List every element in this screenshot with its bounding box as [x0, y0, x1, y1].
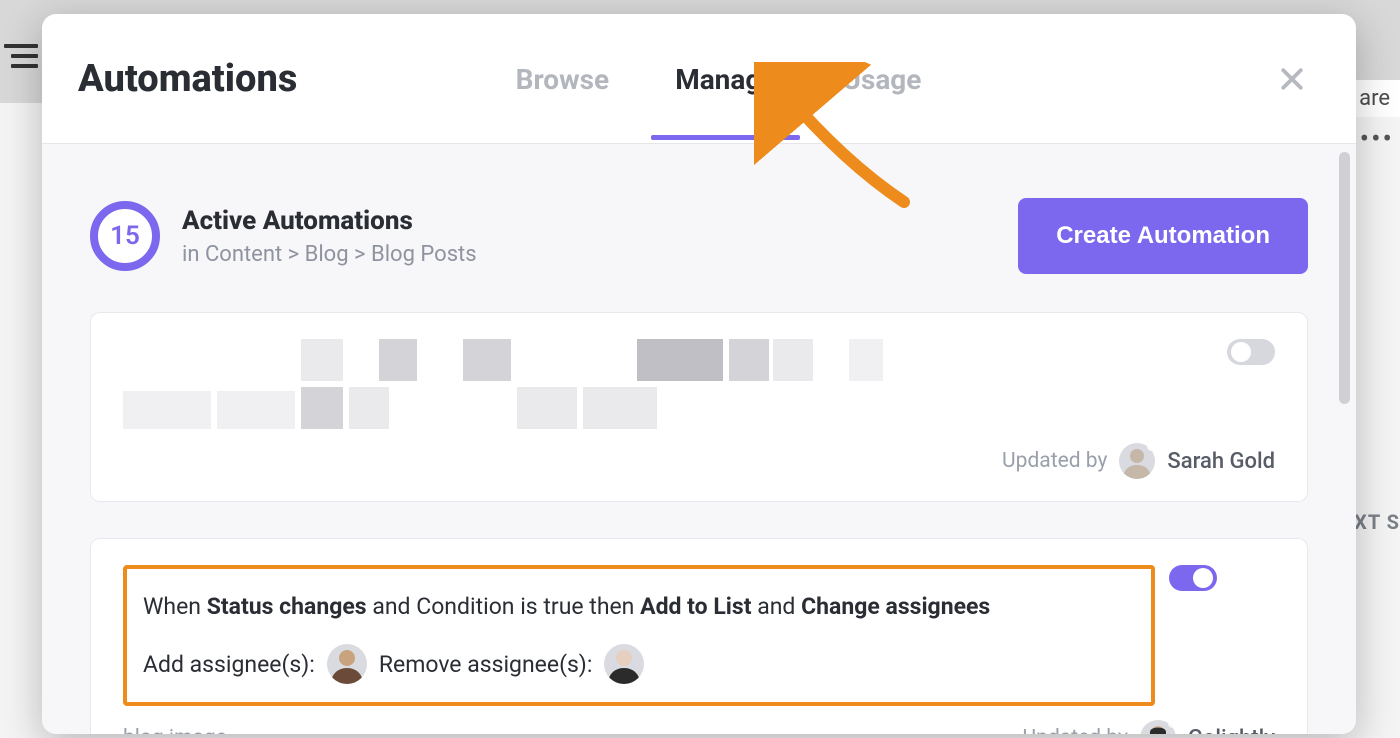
scrollbar-thumb[interactable] [1339, 152, 1350, 404]
modal-header: Automations Browse Manage Usage [42, 14, 1356, 144]
tab-usage[interactable]: Usage [836, 19, 927, 138]
redacted-content [123, 339, 1213, 429]
create-automation-button[interactable]: Create Automation [1018, 198, 1308, 274]
avatar [1119, 443, 1155, 479]
tabs: Browse Manage Usage [510, 19, 928, 138]
automations-modal: Automations Browse Manage Usage 15 Activ… [42, 14, 1356, 734]
close-icon [1277, 64, 1307, 94]
avatar [604, 644, 644, 684]
updated-by: Updated by Golightly [1023, 720, 1275, 734]
updater-name: Golightly [1188, 726, 1275, 734]
automation-toggle[interactable] [1169, 565, 1217, 591]
assignee-changes: Add assignee(s): Remove assignee(s): [143, 644, 1135, 684]
automation-toggle[interactable] [1227, 339, 1275, 365]
highlighted-rule: When Status changes and Condition is tru… [123, 565, 1155, 706]
background-fragment-share: are [1349, 80, 1400, 117]
more-icon: ••• [1360, 122, 1394, 155]
modal-title: Automations [78, 57, 297, 101]
automation-card[interactable]: Updated by Sarah Gold [90, 312, 1308, 502]
avatar [327, 644, 367, 684]
updater-name: Sarah Gold [1167, 449, 1275, 474]
hamburger-icon [4, 44, 38, 74]
active-automations-title: Active Automations [182, 206, 477, 236]
automation-card[interactable]: When Status changes and Condition is tru… [90, 538, 1308, 734]
tab-manage[interactable]: Manage [669, 19, 782, 138]
modal-body: 15 Active Automations in Content > Blog … [42, 144, 1356, 734]
rule-description: When Status changes and Condition is tru… [143, 587, 1135, 626]
updated-by: Updated by Sarah Gold [1002, 443, 1275, 479]
automation-name: blog image [123, 726, 227, 734]
avatar [1140, 720, 1176, 734]
summary-row: 15 Active Automations in Content > Blog … [90, 198, 1308, 274]
close-button[interactable] [1272, 59, 1312, 99]
tab-browse[interactable]: Browse [510, 19, 616, 138]
active-count-badge: 15 [90, 201, 160, 271]
breadcrumb: in Content > Blog > Blog Posts [182, 242, 477, 267]
